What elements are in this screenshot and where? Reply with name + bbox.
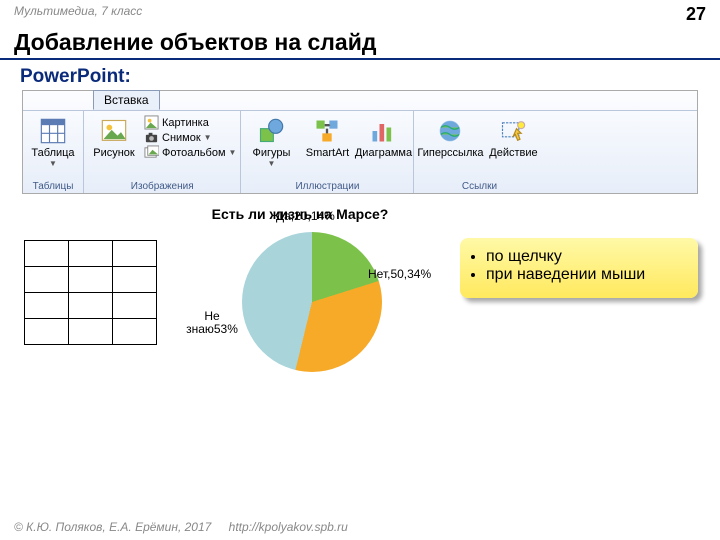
- sample-table: [24, 240, 157, 345]
- pie-graphic: [242, 232, 382, 372]
- page-title: Добавление объектов на слайд: [0, 29, 720, 60]
- clipart-icon: [144, 115, 159, 130]
- callout-box: по щелчку при наведении мыши: [460, 238, 698, 298]
- hyperlink-button[interactable]: Гиперссылка: [418, 115, 482, 159]
- screenshot-icon: [144, 130, 159, 145]
- smartart-icon: [313, 117, 341, 145]
- chart-button[interactable]: Диаграмма: [357, 115, 409, 159]
- smartart-button[interactable]: SmartArt: [301, 115, 353, 159]
- album-icon: [144, 145, 159, 160]
- subtitle: PowerPoint:: [0, 66, 720, 88]
- shapes-icon: [257, 117, 285, 145]
- ribbon-group-links: Гиперссылка Действие Ссылки: [414, 111, 544, 193]
- ribbon: Вставка Таблица▼ Таблицы Рисунок Картинк…: [22, 90, 698, 194]
- action-icon: [499, 117, 527, 145]
- pie-label-yes: Да,20,14%: [276, 210, 335, 223]
- footer-url: http://kpolyakov.spb.ru: [229, 520, 348, 534]
- callout-item: по щелчку: [486, 248, 686, 266]
- context-label: Мультимедиа, 7 класс: [14, 4, 142, 25]
- album-button[interactable]: Фотоальбом ▼: [144, 145, 236, 160]
- action-button[interactable]: Действие: [486, 115, 540, 159]
- ribbon-group-images: Рисунок Картинка Снимок ▼ Фотоальбом ▼ И…: [84, 111, 241, 193]
- ribbon-group-illustrations: Фигуры▼ SmartArt Диаграмма Иллюстрации: [241, 111, 414, 193]
- pie-label-no: Нет,50,34%: [368, 268, 418, 281]
- page-number: 27: [686, 4, 706, 25]
- globe-icon: [436, 117, 464, 145]
- clipart-button[interactable]: Картинка: [144, 115, 209, 130]
- callout-item: при наведении мыши: [486, 266, 686, 284]
- chart-icon: [369, 117, 397, 145]
- copyright: © К.Ю. Поляков, Е.А. Ерёмин, 2017: [14, 520, 211, 534]
- ribbon-group-tables: Таблица▼ Таблицы: [23, 111, 84, 193]
- picture-icon: [100, 117, 128, 145]
- table-icon: [39, 117, 67, 145]
- pie-chart: Да,20,14% Нет,50,34% Не знаю53%: [222, 232, 402, 372]
- table-button[interactable]: Таблица▼: [27, 115, 79, 168]
- picture-button[interactable]: Рисунок: [88, 115, 140, 159]
- footer: © К.Ю. Поляков, Е.А. Ерёмин, 2017 http:/…: [14, 520, 348, 534]
- pie-label-dontknow: Не знаю53%: [184, 310, 240, 336]
- screenshot-button[interactable]: Снимок ▼: [144, 130, 212, 145]
- ribbon-tab-insert[interactable]: Вставка: [93, 90, 160, 110]
- shapes-button[interactable]: Фигуры▼: [245, 115, 297, 168]
